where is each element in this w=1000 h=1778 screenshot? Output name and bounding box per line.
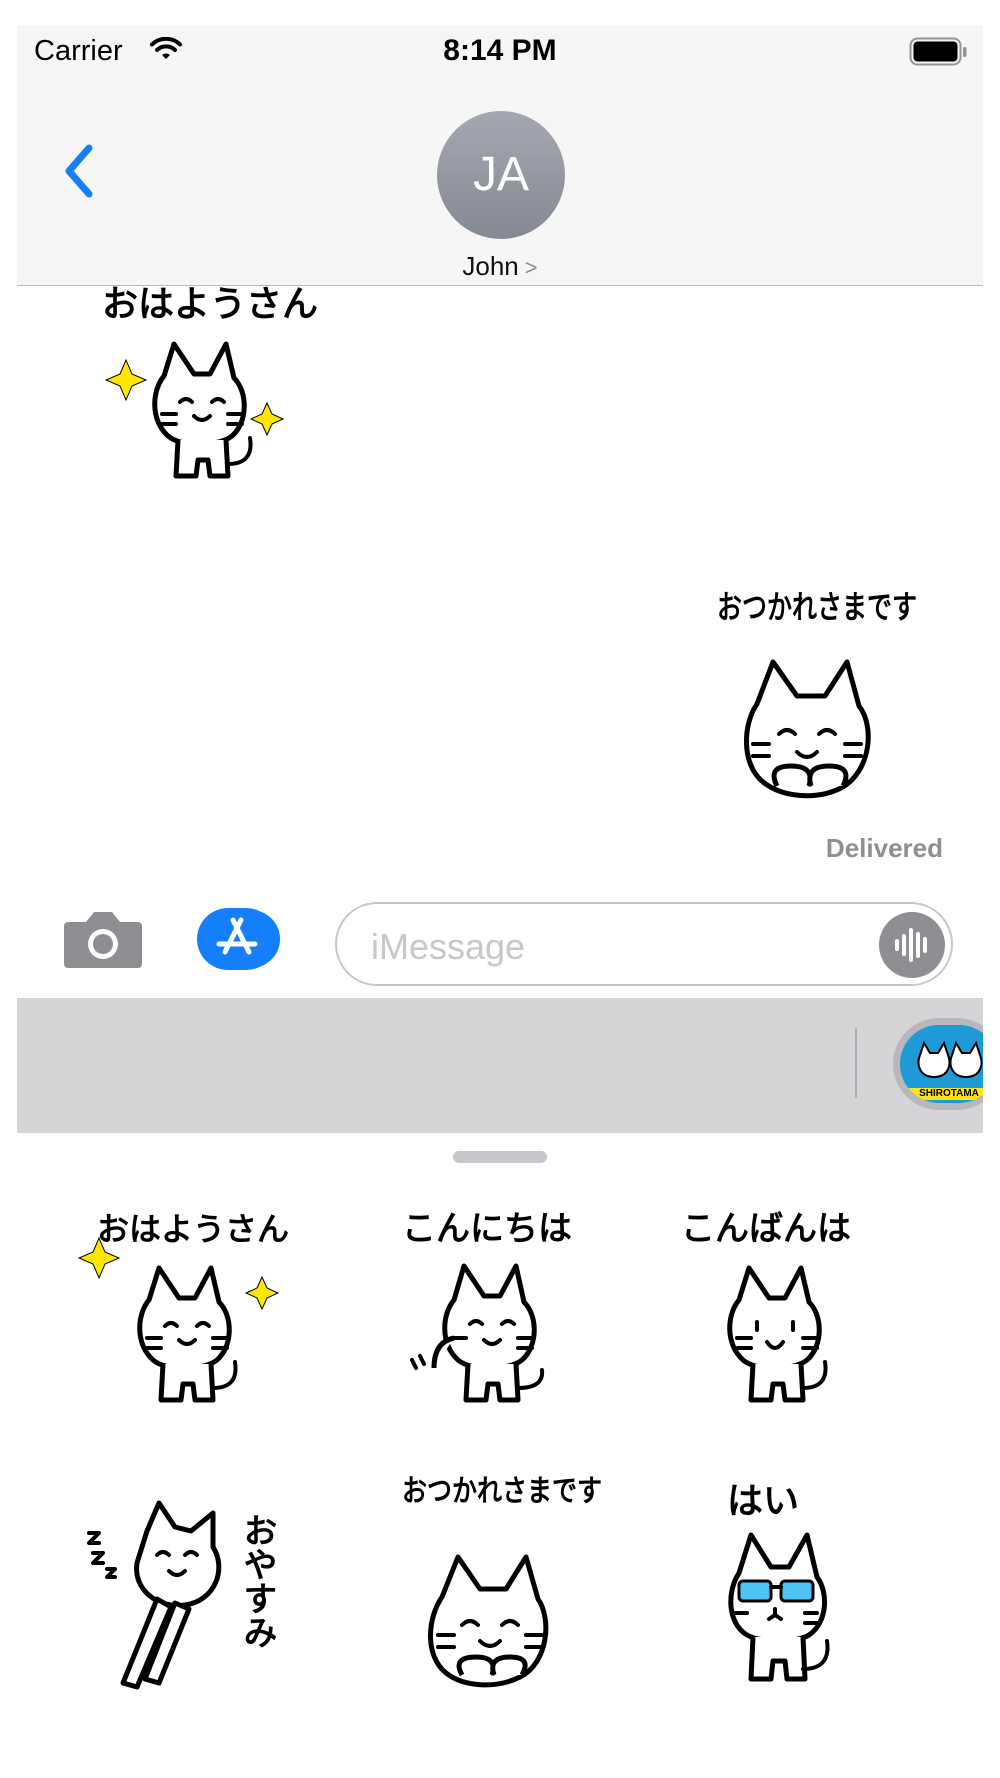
back-chevron-icon[interactable] bbox=[55, 136, 105, 206]
sticker-label: おはようさん bbox=[97, 1210, 289, 1248]
message-composer: iMessage bbox=[17, 886, 983, 998]
incoming-sticker-text: おはようさん bbox=[102, 286, 318, 325]
sticker-hai[interactable]: はい bbox=[657, 1473, 937, 1713]
sticker-label: おつかれさまです bbox=[402, 1474, 602, 1509]
sticker-label: こんばんは bbox=[681, 1209, 851, 1249]
sticker-otsukaresama[interactable]: おつかれさまです bbox=[362, 1473, 642, 1713]
drawer-app-shirotama[interactable]: SHIROTAMA bbox=[893, 1018, 983, 1110]
imessage-placeholder: iMessage bbox=[371, 926, 526, 967]
app-drawer[interactable]: SHIROTAMA bbox=[17, 998, 983, 1133]
camera-icon[interactable] bbox=[62, 906, 144, 972]
delivery-status: Delivered bbox=[825, 833, 943, 863]
chevron-right-icon: > bbox=[524, 255, 538, 280]
sticker-konnichiwa[interactable]: こんにちは bbox=[362, 1188, 642, 1428]
status-bar: Carrier 8:14 PM bbox=[17, 25, 983, 81]
sticker-label: はい bbox=[727, 1481, 799, 1522]
sticker-label: おやすみ bbox=[237, 1513, 277, 1649]
sticker-konbanwa[interactable]: こんばんは bbox=[657, 1188, 937, 1428]
messages-screen: Carrier 8:14 PM JA John > おはようさん おつかれさまで… bbox=[17, 25, 983, 1778]
outgoing-sticker-otsukare[interactable]: おつかれさまです bbox=[707, 576, 927, 836]
outgoing-sticker-text: おつかれさまです bbox=[717, 588, 917, 626]
sticker-ohayou-san[interactable]: おはようさん bbox=[67, 1188, 347, 1428]
sticker-panel: おはようさん こんにちは こんばんは おやすみ おつかれさまです はい bbox=[17, 1133, 983, 1778]
imessage-input[interactable]: iMessage bbox=[335, 902, 953, 986]
app-store-icon[interactable] bbox=[197, 908, 289, 970]
contact-name: John bbox=[462, 251, 519, 281]
message-thread[interactable]: おはようさん おつかれさまです Delivered bbox=[17, 286, 983, 886]
shirotama-app-icon: SHIROTAMA bbox=[900, 1025, 983, 1103]
shirotama-app-label: SHIROTAMA bbox=[900, 1088, 983, 1100]
battery-icon bbox=[909, 37, 967, 72]
conversation-header: JA John > bbox=[17, 81, 983, 286]
drawer-divider bbox=[855, 1028, 857, 1098]
sticker-oyasumi[interactable]: おやすみ bbox=[67, 1473, 347, 1713]
clock: 8:14 PM bbox=[443, 34, 557, 67]
panel-grabber[interactable] bbox=[453, 1151, 547, 1163]
sticker-label: こんにちは bbox=[402, 1209, 572, 1249]
audio-waveform-icon[interactable] bbox=[879, 912, 945, 978]
contact-avatar[interactable]: JA bbox=[437, 111, 565, 239]
contact-name-button[interactable]: John > bbox=[17, 251, 983, 282]
incoming-sticker-ohayou[interactable]: おはようさん bbox=[72, 286, 372, 514]
